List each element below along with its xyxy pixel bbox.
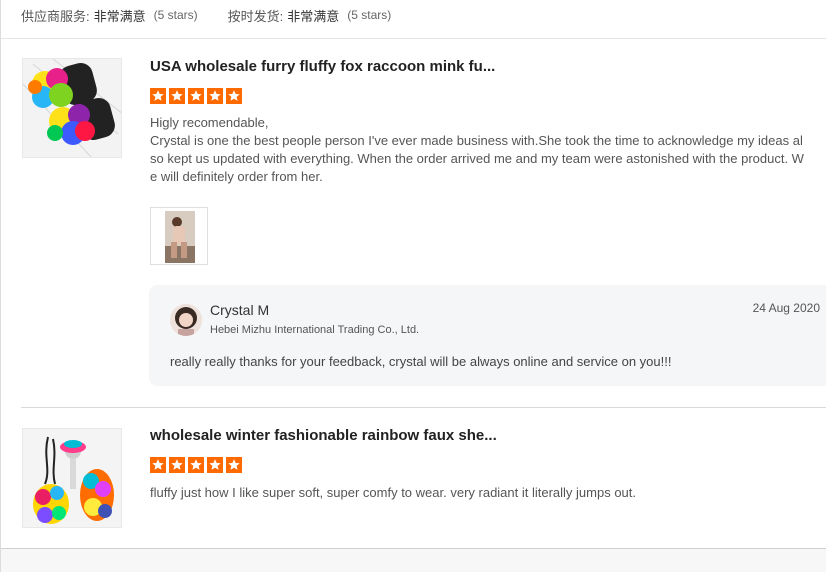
reply-text: really really thanks for your feedback, … xyxy=(170,354,672,369)
review-text: fluffy just how I like super soft, super… xyxy=(150,485,637,500)
rainbow-fur-set-image xyxy=(23,429,121,527)
review-photo-image xyxy=(151,208,207,264)
rating-label: 按时发货: xyxy=(227,8,284,24)
rating-value: 非常满意 xyxy=(93,8,146,24)
star-icon xyxy=(207,88,223,104)
reply-company-name: Hebei Mizhu International Trading Co., L… xyxy=(210,324,420,336)
product-title-link[interactable]: wholesale winter fashionable rainbow fau… xyxy=(150,427,497,444)
reviews-page: 供应商服务: 非常满意 (5 stars) 按时发货: 非常满意 (5 star… xyxy=(0,0,826,572)
star-icon xyxy=(150,88,166,104)
reply-author-name: Crystal M xyxy=(210,302,270,318)
fur-slides-image xyxy=(23,59,121,157)
star-icon xyxy=(169,88,185,104)
star-icon xyxy=(169,457,185,473)
review-text-body: Crystal is one the best people person I'… xyxy=(150,133,804,184)
product-thumbnail-rainbow-set[interactable] xyxy=(22,428,122,528)
avatar xyxy=(170,304,202,336)
star-icon xyxy=(150,457,166,473)
rating-stars-text: (5 stars) xyxy=(347,8,392,22)
product-thumbnail-fur-slides[interactable] xyxy=(22,58,122,158)
rating-label: 供应商服务: xyxy=(21,8,90,24)
star-rating xyxy=(150,88,242,104)
review-photo-thumbnail[interactable] xyxy=(150,207,208,265)
avatar-image xyxy=(170,304,202,336)
footer-band xyxy=(1,549,826,572)
supplier-service-rating: 供应商服务: 非常满意 (5 stars) xyxy=(21,6,198,25)
review-text-line: Higly recomendable, xyxy=(150,115,269,130)
star-icon xyxy=(226,457,242,473)
product-title-link[interactable]: USA wholesale furry fluffy fox raccoon m… xyxy=(150,58,495,75)
divider xyxy=(1,38,826,39)
rating-value: 非常满意 xyxy=(287,8,340,24)
star-icon xyxy=(226,88,242,104)
supplier-rating-summary: 供应商服务: 非常满意 (5 stars) 按时发货: 非常满意 (5 star… xyxy=(21,6,421,24)
star-icon xyxy=(207,457,223,473)
star-rating xyxy=(150,457,242,473)
star-icon xyxy=(188,88,204,104)
divider xyxy=(21,407,826,408)
star-icon xyxy=(188,457,204,473)
rating-stars-text: (5 stars) xyxy=(153,8,198,22)
supplier-reply: Crystal M Hebei Mizhu International Trad… xyxy=(149,285,826,386)
reply-date: 24 Aug 2020 xyxy=(752,301,820,315)
on-time-delivery-rating: 按时发货: 非常满意 (5 stars) xyxy=(228,6,392,25)
review-text: Higly recomendable, Crystal is one the b… xyxy=(150,114,806,186)
